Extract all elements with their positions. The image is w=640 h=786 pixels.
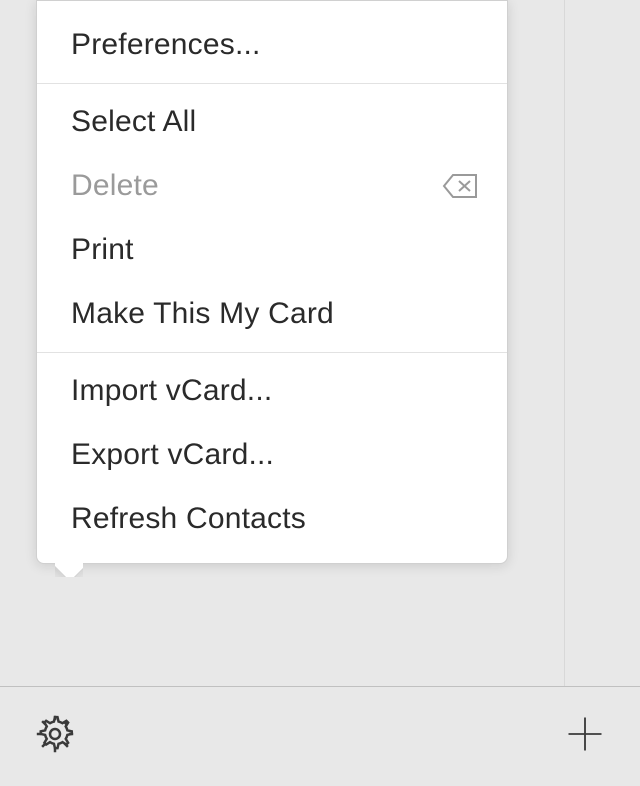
menu-item-label: Import vCard... <box>71 374 272 408</box>
menu-item-label: Refresh Contacts <box>71 502 306 536</box>
menu-divider <box>37 352 507 353</box>
menu-item-label: Print <box>71 233 134 267</box>
menu-divider <box>37 83 507 84</box>
menu-item-print[interactable]: Print <box>37 218 507 282</box>
add-button[interactable] <box>560 712 610 762</box>
menu-item-preferences[interactable]: Preferences... <box>37 13 507 77</box>
menu-item-label: Export vCard... <box>71 438 274 472</box>
delete-icon <box>441 172 479 200</box>
menu-item-delete: Delete <box>37 154 507 218</box>
settings-menu: Preferences... Select All Delete Print M… <box>37 1 507 563</box>
menu-item-label: Make This My Card <box>71 297 334 331</box>
settings-popup: Preferences... Select All Delete Print M… <box>36 0 508 564</box>
menu-item-label: Select All <box>71 105 196 139</box>
popup-tail <box>55 563 83 577</box>
gear-icon <box>32 711 78 762</box>
settings-button[interactable] <box>30 712 80 762</box>
menu-item-select-all[interactable]: Select All <box>37 90 507 154</box>
menu-item-label: Delete <box>71 169 159 203</box>
plus-icon <box>563 712 607 761</box>
right-panel-edge <box>564 0 640 686</box>
menu-item-label: Preferences... <box>71 28 261 62</box>
menu-item-refresh-contacts[interactable]: Refresh Contacts <box>37 487 507 551</box>
menu-item-make-my-card[interactable]: Make This My Card <box>37 282 507 346</box>
menu-item-import-vcard[interactable]: Import vCard... <box>37 359 507 423</box>
bottom-toolbar <box>0 686 640 786</box>
menu-item-export-vcard[interactable]: Export vCard... <box>37 423 507 487</box>
